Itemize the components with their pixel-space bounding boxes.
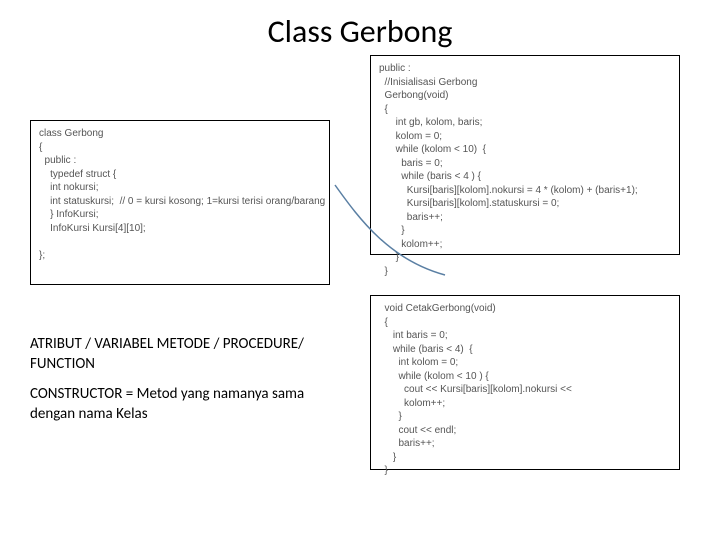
code-box-method: void CetakGerbong(void) { int baris = 0;… [370,295,680,470]
slide-title: Class Gerbong [0,12,720,51]
code-box-constructor: public : //Inisialisasi Gerbong Gerbong(… [370,55,680,255]
note-constructor: CONSTRUCTOR = Metod yang namanya sama de… [30,385,340,424]
note-attribute-method: ATRIBUT / VARIABEL METODE / PROCEDURE/ F… [30,335,340,374]
code-box-class-def: class Gerbong { public : typedef struct … [30,120,330,285]
